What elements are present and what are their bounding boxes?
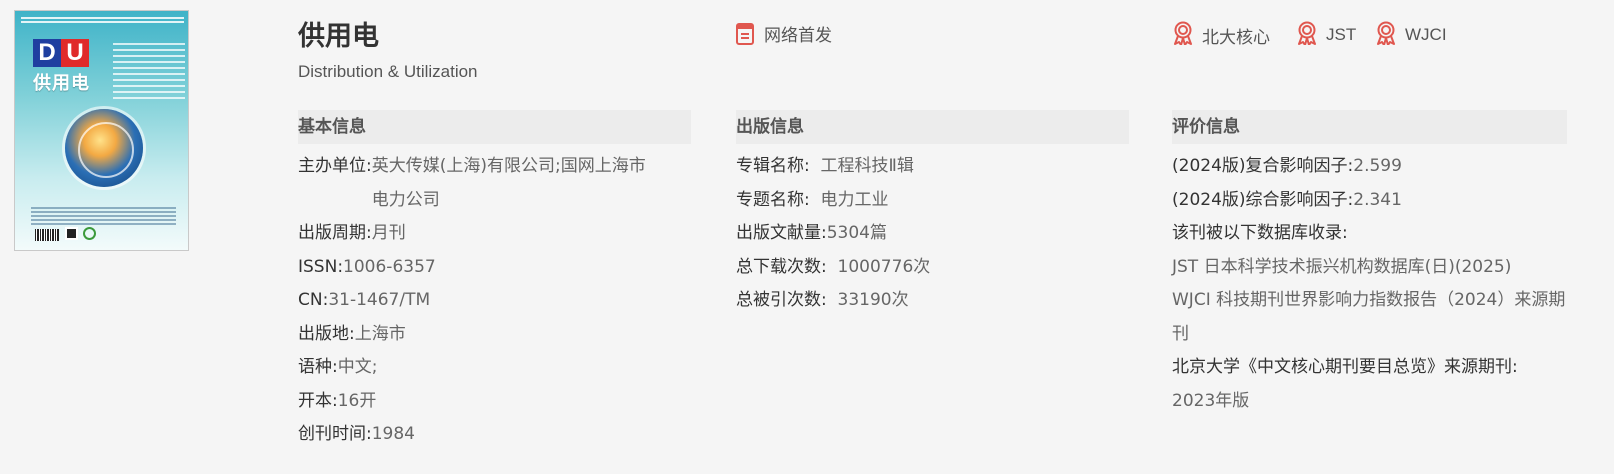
founded-value: 1984: [371, 424, 415, 444]
publish-info-section: 出版信息 专辑名称: 工程科技Ⅱ辑 专题名称: 电力工业 出版文献量:5304篇…: [736, 110, 1129, 318]
evaluation-info-section: 评价信息 (2024版)复合影响因子:2.599 (2024版)综合影响因子:2…: [1172, 110, 1567, 418]
issn-value: 1006-6357: [343, 256, 436, 277]
field-label: (2024版)综合影响因子:: [1172, 189, 1354, 210]
cover-globe-ring: [78, 122, 134, 178]
docs-value: 5304篇: [826, 223, 887, 243]
pku-value: 2023年版: [1172, 390, 1250, 411]
award-ribbon-icon: [1296, 21, 1318, 49]
cover-seal-icon: [83, 227, 96, 240]
journal-title: 供用电: [298, 21, 379, 52]
field-label: 创刊时间:: [298, 424, 372, 444]
cover-text-lines: [31, 207, 176, 227]
field-label: 出版周期:: [298, 223, 372, 243]
cn-value: 31-1467/TM: [328, 290, 431, 310]
composite-if-row: (2024版)复合影响因子:2.599: [1172, 150, 1567, 184]
cover-logo-u: U: [61, 39, 89, 67]
journal-detail-page: D U 供用电 供用电 Distribution & Utilization 网…: [0, 0, 1614, 474]
badge-label: WJCI: [1405, 25, 1447, 44]
cover-header-lines: [21, 17, 184, 29]
field-label: 总下载次数:: [736, 256, 827, 277]
field-label: ISSN:: [298, 256, 344, 277]
field-label: 出版文献量:: [736, 223, 827, 243]
award-ribbon-icon: [1375, 21, 1397, 49]
indexed-label: 该刊被以下数据库收录:: [1172, 223, 1348, 243]
topic-row: 专题名称: 电力工业: [736, 184, 1129, 218]
badge-label: JST: [1326, 25, 1357, 44]
journal-cover-image[interactable]: D U 供用电: [14, 10, 189, 251]
sponsor-value: 英大传媒(上海)有限公司;国网上海市电力公司: [371, 156, 646, 210]
cn-row: CN:31-1467/TM: [298, 284, 691, 318]
language-row: 语种:中文;: [298, 351, 691, 385]
badge-wjci[interactable]: WJCI: [1375, 21, 1447, 49]
downloads-value: 1000776次: [837, 256, 931, 277]
place-value: 上海市: [354, 323, 406, 344]
section-heading: 评价信息: [1172, 110, 1567, 144]
period-row: 出版周期:月刊: [298, 217, 691, 251]
issn-row: ISSN:1006-6357: [298, 251, 691, 285]
field-label: (2024版)复合影响因子:: [1172, 156, 1354, 176]
place-row: 出版地:上海市: [298, 318, 691, 352]
cover-toc-lines: [113, 43, 185, 103]
topic-value: 电力工业: [820, 189, 889, 210]
format-value: 16开: [337, 390, 377, 411]
cover-barcode: [35, 229, 59, 241]
composite-if-value: 2.599: [1353, 156, 1402, 176]
field-label: 开本:: [298, 390, 338, 411]
citations-value: 33190次: [837, 290, 909, 310]
field-label: CN:: [298, 290, 329, 310]
album-row: 专辑名称: 工程科技Ⅱ辑: [736, 150, 1129, 184]
field-label: 总被引次数:: [736, 290, 827, 310]
cover-title: 供用电: [33, 73, 90, 94]
field-label: 专题名称:: [736, 189, 810, 210]
field-label: 出版地:: [298, 323, 355, 344]
field-label: 语种:: [298, 357, 338, 377]
section-heading: 基本信息: [298, 110, 691, 144]
badge-pku-core[interactable]: 北大核心: [1172, 21, 1270, 49]
sponsor-row: 主办单位: 英大传媒(上海)有限公司;国网上海市电力公司: [298, 150, 691, 217]
badge-label: 北大核心: [1202, 27, 1270, 47]
docs-row: 出版文献量:5304篇: [736, 217, 1129, 251]
pku-label: 北京大学《中文核心期刊要目总览》来源期刊:: [1172, 357, 1518, 377]
field-label: 专辑名称:: [736, 156, 810, 176]
network-first-label: 网络首发: [764, 26, 832, 46]
period-value: 月刊: [371, 223, 406, 243]
album-value: 工程科技Ⅱ辑: [820, 156, 914, 176]
db-wjci: WJCI 科技期刊世界影响力指数报告（2024）来源期刊: [1172, 290, 1566, 344]
cover-qr-code: [65, 227, 78, 240]
field-label: 主办单位:: [298, 156, 372, 176]
format-row: 开本:16开: [298, 385, 691, 419]
basic-info-section: 基本信息 主办单位: 英大传媒(上海)有限公司;国网上海市电力公司 出版周期:月…: [298, 110, 691, 452]
award-ribbon-icon: [1172, 21, 1194, 49]
badge-jst[interactable]: JST: [1296, 21, 1356, 49]
overall-if-row: (2024版)综合影响因子:2.341: [1172, 184, 1567, 218]
network-first-link[interactable]: 网络首发: [736, 21, 832, 46]
founded-row: 创刊时间:1984: [298, 418, 691, 452]
language-value: 中文;: [337, 357, 378, 377]
db-jst: JST 日本科学技术振兴机构数据库(日)(2025): [1172, 256, 1512, 277]
cover-logo-d: D: [33, 39, 61, 67]
journal-title-english: Distribution & Utilization: [298, 62, 478, 81]
downloads-row: 总下载次数: 1000776次: [736, 251, 1129, 285]
citations-row: 总被引次数: 33190次: [736, 284, 1129, 318]
overall-if-value: 2.341: [1353, 189, 1402, 210]
section-heading: 出版信息: [736, 110, 1129, 144]
document-icon: [736, 22, 754, 45]
